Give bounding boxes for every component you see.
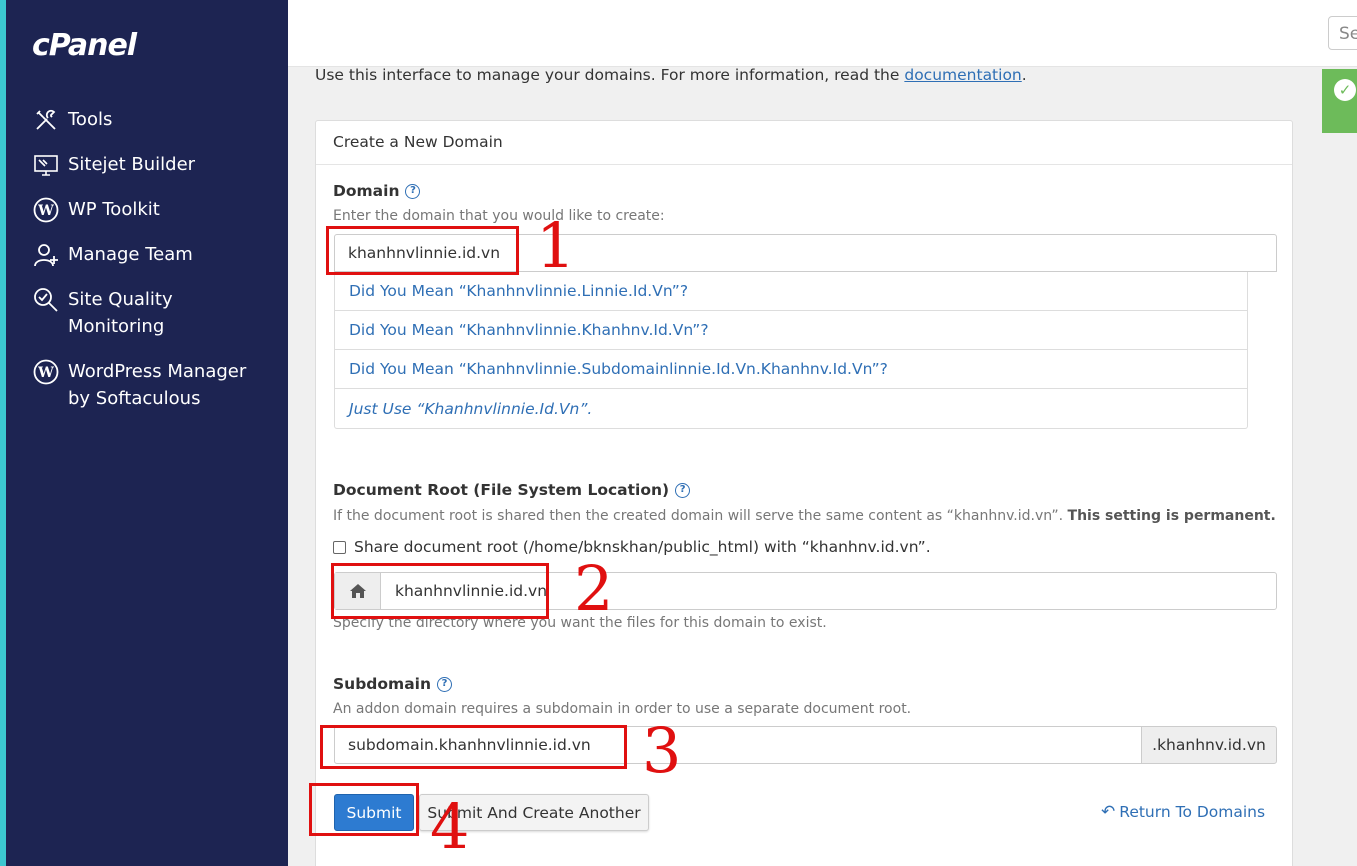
suggestion-item[interactable]: Did You Mean “Khanhnvlinnie.Khanhnv.Id.V…: [335, 311, 1247, 350]
cpanel-logo[interactable]: cPanel: [32, 28, 137, 63]
sidebar-item-label: Site Quality Monitoring: [68, 289, 173, 337]
wordpress-icon: W: [32, 196, 60, 224]
annotation-box-1: [326, 226, 519, 275]
sitejet-icon: [32, 151, 60, 179]
search-input[interactable]: Se: [1328, 16, 1357, 50]
sidebar-item-label: Sitejet Builder: [68, 154, 196, 175]
back-arrow-icon: ↶: [1101, 802, 1116, 822]
check-icon: ✓: [1334, 79, 1356, 101]
manage-team-icon: [32, 241, 60, 269]
annotation-box-3: [320, 725, 627, 769]
annotation-number-1: 1: [536, 209, 576, 282]
help-icon[interactable]: ?: [405, 183, 421, 199]
intro-text: Use this interface to manage your domain…: [315, 66, 1027, 84]
suggestion-item[interactable]: Did You Mean “Khanhnvlinnie.Subdomainlin…: [335, 350, 1247, 389]
subdomain-suffix: .khanhnv.id.vn: [1141, 726, 1277, 764]
share-docroot-option[interactable]: Share document root (/home/bknskhan/publ…: [333, 538, 931, 556]
svg-text:W: W: [37, 203, 54, 219]
annotation-number-2: 2: [574, 552, 614, 625]
sidebar-item-wp-toolkit[interactable]: W WP Toolkit: [32, 196, 258, 224]
help-icon[interactable]: ?: [675, 482, 691, 498]
share-docroot-checkbox[interactable]: [333, 540, 346, 554]
sidebar-item-label: Tools: [68, 109, 113, 130]
annotation-box-2: [331, 563, 549, 619]
domain-label: Domain ?: [333, 182, 421, 200]
success-notice: ✓: [1322, 69, 1357, 133]
annotation-box-4: [309, 783, 419, 836]
sidebar-item-site-quality[interactable]: Site Quality Monitoring: [32, 286, 258, 340]
top-bar: Se: [288, 0, 1357, 67]
sidebar-item-label: Manage Team: [68, 244, 193, 265]
documentation-link[interactable]: documentation: [904, 66, 1021, 84]
sidebar-item-label: WP Toolkit: [68, 199, 160, 220]
sidebar-item-sitejet[interactable]: Sitejet Builder: [32, 151, 258, 179]
help-icon[interactable]: ?: [437, 676, 452, 692]
sidebar: cPanel Tools Sitejet Builder W WP Toolki…: [0, 0, 288, 866]
sidebar-item-wordpress-manager[interactable]: W WordPress Manager by Softaculous: [32, 358, 258, 412]
suggestion-item[interactable]: Just Use “Khanhnvlinnie.Id.Vn”.: [335, 389, 1247, 428]
tools-icon: [32, 106, 60, 134]
wordpress-icon: W: [32, 358, 60, 386]
return-to-domains-link[interactable]: ↶ Return To Domains: [1101, 802, 1265, 822]
domain-suggestions: Did You Mean “Khanhnvlinnie.Linnie.Id.Vn…: [334, 272, 1248, 429]
annotation-number-3: 3: [642, 714, 682, 787]
suggestion-item[interactable]: Did You Mean “Khanhnvlinnie.Linnie.Id.Vn…: [335, 272, 1247, 311]
svg-text:W: W: [37, 365, 54, 381]
domain-hint: Enter the domain that you would like to …: [333, 208, 665, 224]
panel-heading: Create a New Domain: [316, 121, 1292, 165]
annotation-number-4: 4: [430, 790, 470, 863]
subdomain-label: Subdomain ?: [333, 675, 452, 693]
docroot-label: Document Root (File System Location) ?: [333, 481, 691, 499]
docroot-hint: If the document root is shared then the …: [333, 508, 1276, 524]
sidebar-item-manage-team[interactable]: Manage Team: [32, 241, 258, 269]
sidebar-item-tools[interactable]: Tools: [32, 106, 258, 134]
search-quality-icon: [32, 286, 60, 314]
subdomain-hint: An addon domain requires a subdomain in …: [333, 701, 912, 717]
sidebar-item-label: WordPress Manager by Softaculous: [68, 361, 247, 409]
